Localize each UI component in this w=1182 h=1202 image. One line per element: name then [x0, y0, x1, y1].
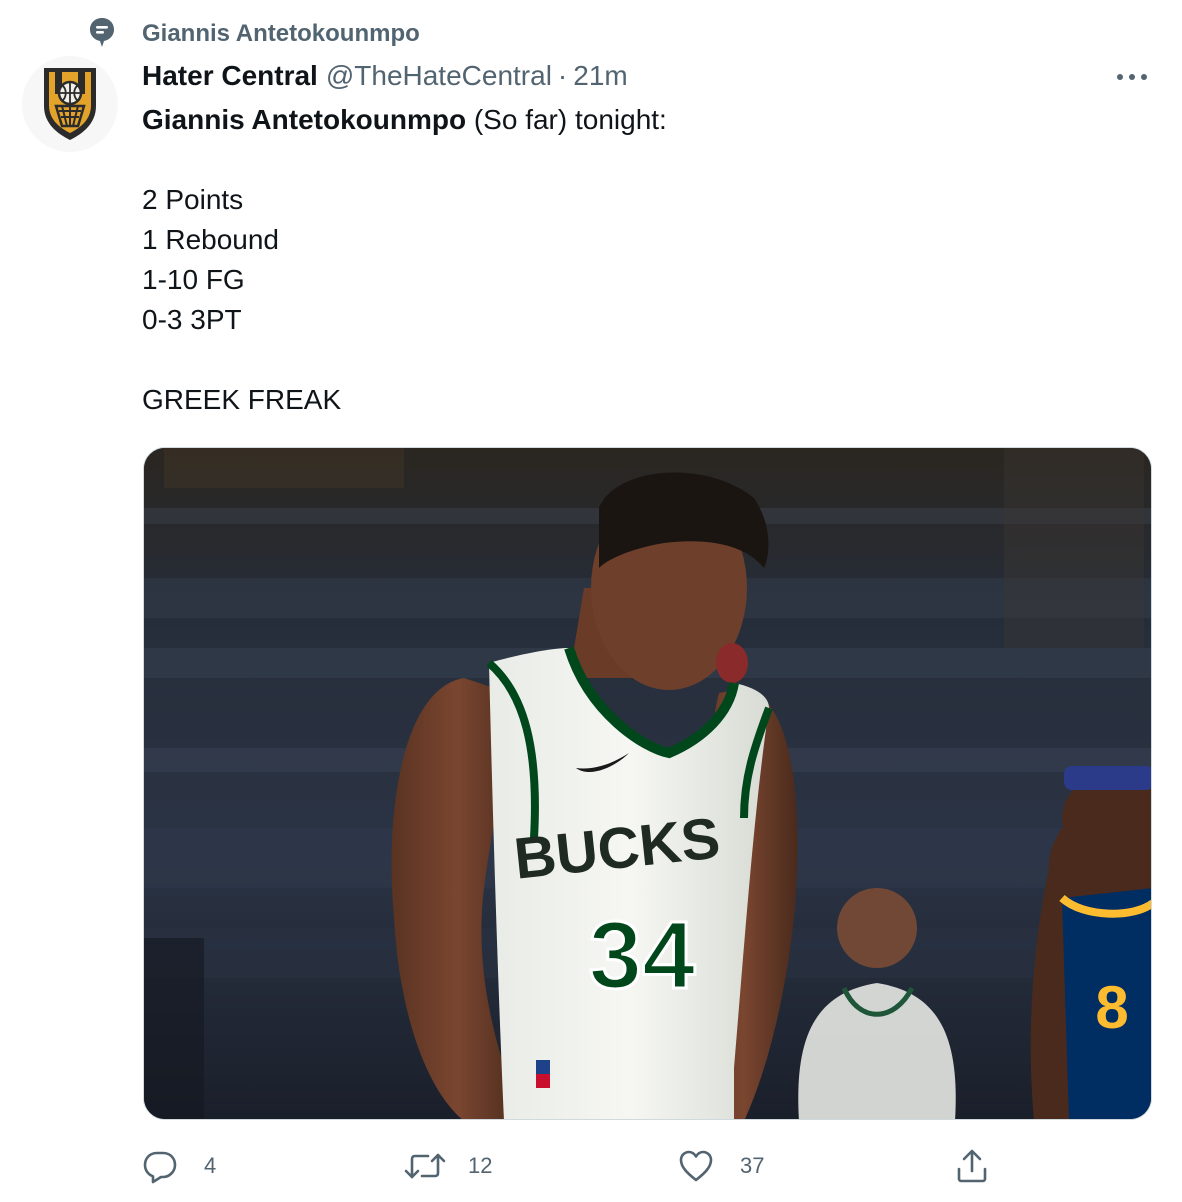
tweet-photo[interactable]: 8 BUCKS 34	[143, 447, 1152, 1120]
topic-context[interactable]: Giannis Antetokounmpo	[88, 16, 420, 50]
stat-line: 2 Points	[142, 184, 244, 215]
tweet-lead-rest: (So far) tonight:	[466, 104, 667, 135]
reply-count: 4	[204, 1153, 217, 1178]
tweet-actions: 4 12 37	[142, 1146, 1002, 1186]
stat-line: 0-3 3PT	[142, 304, 242, 335]
share-icon	[957, 1149, 987, 1183]
author-handle[interactable]: @TheHateCentral	[326, 60, 552, 92]
retweet-button[interactable]: 12	[404, 1146, 492, 1186]
retweet-icon	[404, 1153, 446, 1179]
tweet-closing: GREEK FREAK	[142, 384, 342, 415]
hater-central-logo	[44, 68, 96, 140]
topic-icon	[88, 16, 116, 50]
tweet-timestamp[interactable]: 21m	[573, 60, 627, 92]
avatar[interactable]	[22, 56, 118, 152]
share-button[interactable]	[954, 1146, 990, 1186]
like-count: 37	[740, 1153, 765, 1178]
reply-button[interactable]: 4	[142, 1146, 216, 1186]
more-dots-icon	[1117, 74, 1147, 80]
separator-dot: ·	[557, 60, 568, 91]
mentioned-player[interactable]: Giannis Antetokounmpo	[142, 104, 466, 135]
like-button[interactable]: 37	[678, 1146, 764, 1186]
topic-label[interactable]: Giannis Antetokounmpo	[142, 20, 420, 48]
heart-icon	[679, 1150, 713, 1182]
tweet-lead-line: Giannis Antetokounmpo (So far) tonight:	[142, 100, 1142, 140]
jersey-number: 34	[589, 902, 696, 1009]
more-options-button[interactable]	[1112, 62, 1152, 92]
opponent-number: 8	[1095, 974, 1128, 1041]
tweet-card[interactable]: Giannis Antetokounmpo Hater Central @The…	[0, 0, 1182, 1202]
reply-icon	[143, 1151, 177, 1184]
stat-line: 1-10 FG	[142, 264, 245, 295]
stat-line: 1 Rebound	[142, 224, 280, 255]
tweet-text: Giannis Antetokounmpo (So far) tonight: …	[142, 100, 1142, 420]
author-display-name[interactable]: Hater Central	[142, 60, 318, 92]
tweet-header: Hater Central @TheHateCentral · 21m	[142, 60, 628, 92]
retweet-count: 12	[468, 1153, 493, 1178]
